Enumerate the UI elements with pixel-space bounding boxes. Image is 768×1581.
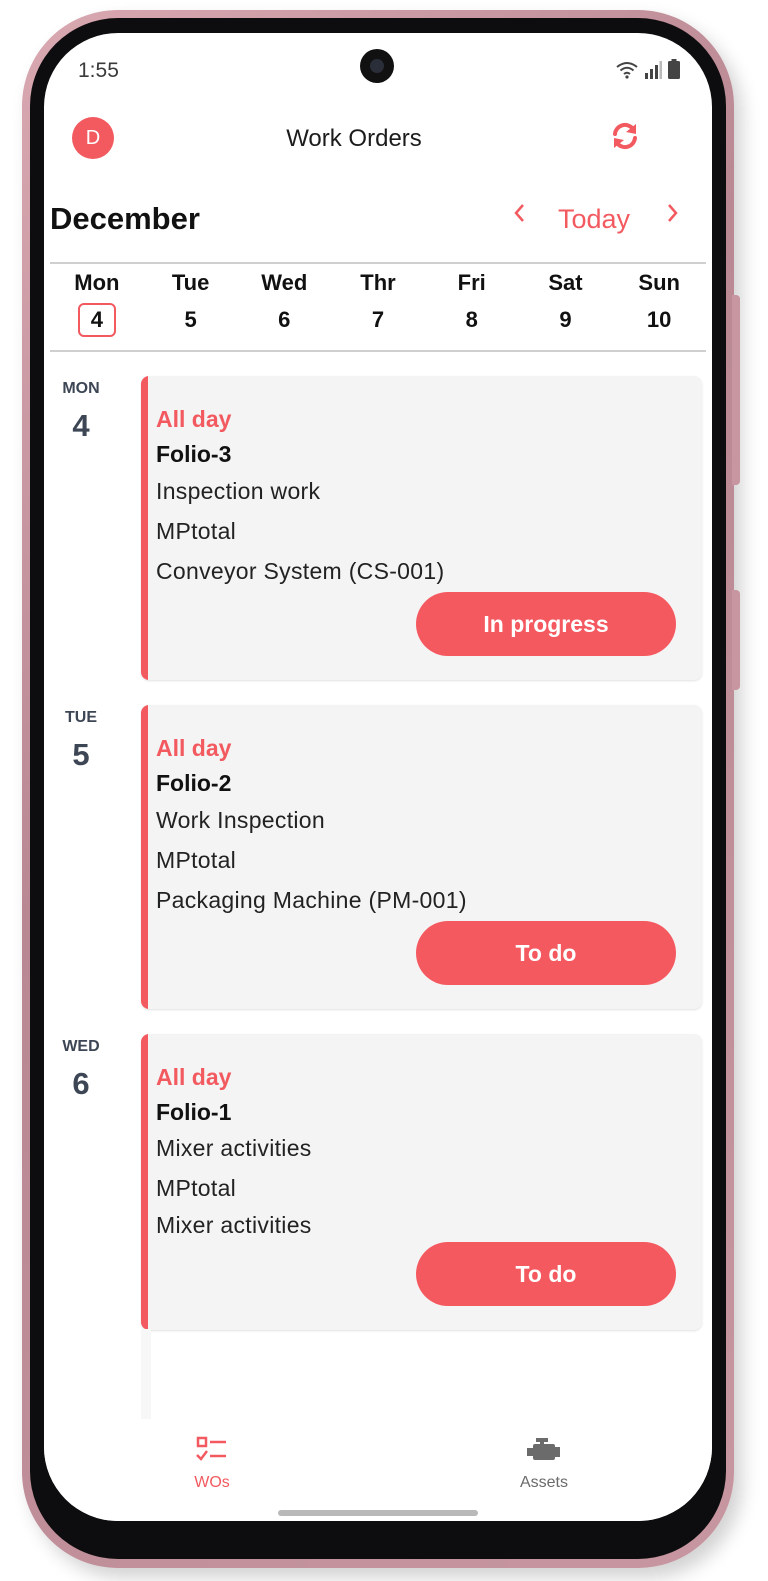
week-day-number: 10 bbox=[646, 307, 672, 332]
work-order-company: MPtotal bbox=[156, 847, 237, 873]
work-order-asset: Mixer activities bbox=[156, 1212, 312, 1238]
week-day-name: Sat bbox=[548, 270, 583, 295]
week-day-name: Fri bbox=[457, 270, 486, 295]
agenda-day-label: MON 4 bbox=[44, 380, 118, 444]
month-label: December bbox=[50, 201, 200, 236]
page-title: Work Orders bbox=[286, 125, 422, 152]
week-day-sat[interactable]: Sat 9 bbox=[519, 264, 613, 350]
nav-tab-wos[interactable]: WOs bbox=[152, 1425, 272, 1492]
checklist-icon bbox=[196, 1436, 226, 1461]
work-order-time: All day bbox=[156, 406, 232, 432]
volume-button bbox=[732, 295, 740, 485]
screen: 1:55 D Work Orders December Today Mon 4 … bbox=[44, 33, 712, 1521]
list-end-shadow bbox=[141, 1329, 151, 1419]
engine-icon bbox=[527, 1438, 560, 1460]
status-button[interactable]: To do bbox=[416, 921, 676, 985]
card-accent-bar bbox=[141, 376, 148, 680]
week-day-name: Thr bbox=[360, 270, 396, 295]
week-day-name: Sun bbox=[638, 270, 680, 295]
work-order-company: MPtotal bbox=[156, 1175, 237, 1201]
work-order-card[interactable]: All day Folio-1 Mixer activities MPtotal… bbox=[141, 1034, 702, 1330]
work-order-time: All day bbox=[156, 1064, 232, 1090]
week-day-number: 8 bbox=[465, 307, 478, 332]
wifi-icon bbox=[616, 62, 638, 79]
home-indicator bbox=[278, 1510, 478, 1516]
week-strip: Mon 4 Tue 5 Wed 6 Thr 7 Fri 8 Sat 9 Sun … bbox=[50, 262, 706, 352]
work-order-card[interactable]: All day Folio-3 Inspection work MPtotal … bbox=[141, 376, 702, 680]
bottom-navigation: WOs Assets bbox=[44, 1425, 712, 1521]
battery-icon bbox=[668, 59, 680, 79]
status-icons bbox=[616, 59, 680, 79]
power-button bbox=[732, 590, 740, 690]
work-order-description: Work Inspection bbox=[156, 807, 325, 833]
card-accent-bar bbox=[141, 1034, 148, 1330]
week-day-wed[interactable]: Wed 6 bbox=[237, 264, 331, 350]
work-order-folio: Folio-3 bbox=[156, 441, 232, 467]
chevron-left-icon[interactable] bbox=[510, 201, 530, 230]
work-order-time: All day bbox=[156, 735, 232, 761]
week-day-sun[interactable]: Sun 10 bbox=[612, 264, 706, 350]
week-day-name: Tue bbox=[171, 270, 210, 295]
week-day-number: 6 bbox=[278, 307, 291, 332]
agenda-day-number: 5 bbox=[72, 737, 90, 772]
work-order-folio: Folio-2 bbox=[156, 770, 232, 796]
agenda-day-number: 6 bbox=[72, 1066, 90, 1101]
nav-label-assets: Assets bbox=[519, 1474, 568, 1491]
week-day-mon[interactable]: Mon 4 bbox=[50, 264, 144, 350]
week-day-name: Wed bbox=[261, 270, 308, 295]
status-button[interactable]: In progress bbox=[416, 592, 676, 656]
agenda-day-label: TUE 5 bbox=[44, 709, 118, 773]
week-day-thr[interactable]: Thr 7 bbox=[331, 264, 425, 350]
agenda-day-abbr: TUE bbox=[65, 709, 97, 726]
work-order-card[interactable]: All day Folio-2 Work Inspection MPtotal … bbox=[141, 705, 702, 1009]
week-day-tue[interactable]: Tue 5 bbox=[144, 264, 238, 350]
week-day-number: 5 bbox=[184, 307, 197, 332]
work-order-company: MPtotal bbox=[156, 518, 237, 544]
agenda-day-abbr: MON bbox=[62, 380, 100, 397]
chevron-right-icon[interactable] bbox=[662, 201, 682, 230]
work-order-description: Inspection work bbox=[156, 478, 321, 504]
agenda-day-label: WED 6 bbox=[44, 1038, 118, 1102]
refresh-icon[interactable] bbox=[610, 121, 640, 156]
front-camera bbox=[360, 49, 394, 83]
week-day-fri[interactable]: Fri 8 bbox=[425, 264, 519, 350]
week-day-number: 7 bbox=[371, 307, 385, 332]
status-time: 1:55 bbox=[78, 59, 119, 82]
week-day-number-selected: 4 bbox=[77, 303, 116, 337]
work-order-asset: Conveyor System (CS-001) bbox=[156, 558, 445, 584]
week-day-number: 9 bbox=[559, 307, 572, 332]
nav-tab-assets[interactable]: Assets bbox=[484, 1425, 604, 1492]
status-button[interactable]: To do bbox=[416, 1242, 676, 1306]
work-order-asset: Packaging Machine (PM-001) bbox=[156, 887, 467, 913]
work-order-folio: Folio-1 bbox=[156, 1099, 232, 1125]
nav-label-wos: WOs bbox=[194, 1474, 230, 1491]
signal-icon bbox=[645, 61, 662, 79]
agenda-day-number: 4 bbox=[72, 408, 90, 443]
week-day-name: Mon bbox=[74, 270, 120, 295]
card-accent-bar bbox=[141, 705, 148, 1009]
work-order-description: Mixer activities bbox=[156, 1135, 312, 1161]
today-button[interactable]: Today bbox=[558, 204, 630, 235]
agenda-day-abbr: WED bbox=[62, 1038, 100, 1055]
